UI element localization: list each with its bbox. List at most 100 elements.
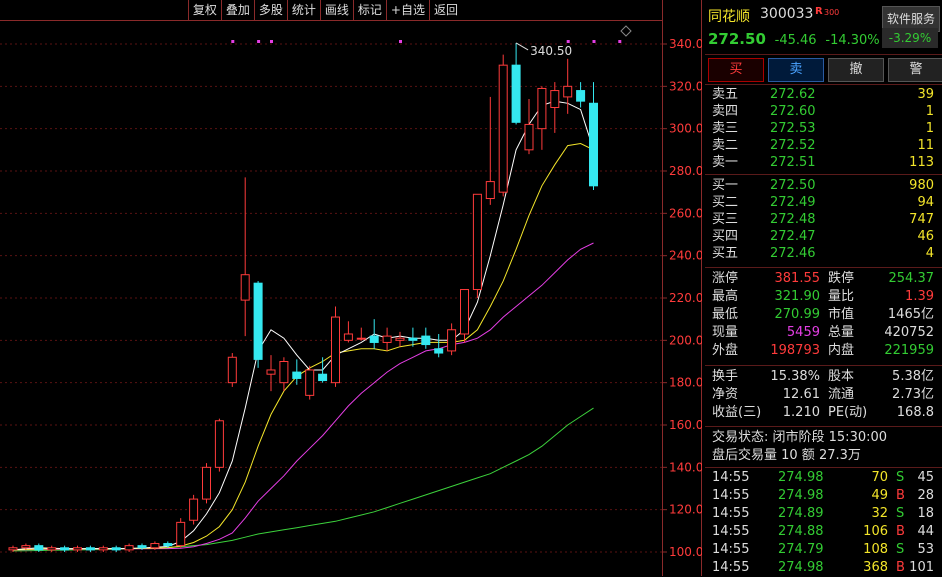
candle-up — [343, 333, 353, 341]
tick-price: 274.98 — [778, 488, 824, 503]
tick-time: 14:55 — [712, 506, 750, 521]
candle-down — [137, 545, 147, 549]
divider — [705, 267, 942, 268]
order-price: 272.46 — [770, 246, 816, 261]
toolbar-restore-rights-button[interactable]: 复权 — [187, 0, 221, 20]
candle-up — [279, 361, 289, 384]
candle-up — [472, 193, 482, 291]
order-book-row: 卖四 272.60 1 — [708, 103, 938, 120]
order-level-label: 买二 — [712, 195, 739, 210]
order-volume: 11 — [917, 138, 934, 153]
tick-row[interactable]: 14:55 274.88 106 B 44 — [708, 523, 938, 541]
candle-up — [485, 181, 495, 200]
stat-value: 321.90 — [774, 289, 821, 304]
tick-time: 14:55 — [712, 470, 750, 485]
order-book-row: 卖一 272.51 113 — [708, 154, 938, 171]
tick-row[interactable]: 14:55 274.89 32 S 18 — [708, 505, 938, 523]
stat-label: 收益(三) — [712, 405, 762, 420]
tick-price: 274.98 — [778, 560, 824, 575]
tick-row[interactable]: 14:55 274.98 49 B 28 — [708, 487, 938, 505]
candle-up — [150, 543, 160, 549]
candle-up — [47, 547, 57, 551]
candle-down — [408, 337, 418, 341]
y-tick-label: 120.0 — [669, 503, 702, 517]
order-price: 272.48 — [770, 212, 816, 227]
tick-side: S — [896, 506, 905, 521]
stat-value: 221959 — [884, 343, 934, 358]
tick-volume: 49 — [871, 488, 888, 503]
order-level-label: 卖五 — [712, 87, 739, 102]
tick-time: 14:55 — [712, 560, 750, 575]
toolbar-draw-line-button[interactable]: 画线 — [319, 0, 353, 20]
tick-count: 101 — [909, 560, 934, 575]
order-level-label: 卖一 — [712, 155, 739, 170]
tick-row[interactable]: 14:55 274.98 368 B 101 — [708, 559, 938, 577]
toolbar-add-watchlist-button[interactable]: +自选 — [385, 0, 429, 20]
event-marker — [618, 40, 622, 43]
tick-time: 14:55 — [712, 488, 750, 503]
toolbar-mark-button[interactable]: 标记 — [352, 0, 386, 20]
y-tick-label: 300.0 — [669, 122, 702, 136]
stat-row: 涨停 381.55 跌停 254.37 — [708, 270, 938, 288]
tick-side: S — [896, 542, 905, 557]
y-tick-label: 100.0 — [669, 545, 702, 559]
quote-stats: 涨停 381.55 跌停 254.37 最高 321.90 量比 1.39 最低 270.99 市值… — [708, 270, 938, 360]
stat-label: 最高 — [712, 289, 739, 304]
tick-list[interactable]: 14:55 274.98 70 S 45 14:55 274.98 49 B 28 14:55 274… — [708, 469, 938, 577]
price-alert-button[interactable]: 警 — [888, 58, 942, 82]
order-book-row: 买三 272.48 747 — [708, 211, 938, 228]
divider — [705, 365, 942, 366]
order-volume: 46 — [917, 229, 934, 244]
y-tick-label: 180.0 — [669, 376, 702, 390]
candle-up — [524, 123, 534, 151]
candle-up — [227, 356, 237, 384]
stock-name: 同花顺 — [708, 9, 750, 25]
divider — [705, 426, 942, 427]
candle-down — [421, 335, 431, 346]
candle-up — [8, 547, 18, 551]
buy-order-book: 买一 272.50 980 买二 272.49 94 买三 272.48 747 买四 272.47… — [708, 177, 938, 262]
y-tick-label: 280.0 — [669, 164, 702, 178]
candle-down — [589, 102, 598, 187]
stat-row: 外盘 198793 内盘 221959 — [708, 342, 938, 360]
candle-up — [447, 329, 457, 352]
y-tick-label: 340.0 — [669, 37, 702, 51]
cancel-order-button[interactable]: 撤 — [828, 58, 884, 82]
kline-chart[interactable]: 340.0 320.0 300.0 280.0 260.0 240.0 220.0 200.0… — [0, 0, 702, 576]
tick-price: 274.88 — [778, 524, 824, 539]
tick-volume: 70 — [871, 470, 888, 485]
order-price: 272.50 — [770, 178, 816, 193]
stock-header: 同花顺 300033 R 300 软件服务 — [705, 4, 942, 32]
stat-value: 5459 — [786, 325, 820, 340]
candle-up — [73, 547, 82, 551]
toolbar-back-button[interactable]: 返回 — [428, 0, 462, 20]
order-price: 272.53 — [770, 121, 816, 136]
order-book-row: 买二 272.49 94 — [708, 194, 938, 211]
toolbar-multi-stock-button[interactable]: 多股 — [253, 0, 287, 20]
tick-volume: 368 — [863, 560, 888, 575]
candle-down — [163, 543, 173, 547]
event-marker — [399, 40, 402, 43]
tick-count: 45 — [917, 470, 934, 485]
candle-down — [318, 373, 328, 382]
tick-row[interactable]: 14:55 274.98 70 S 45 — [708, 469, 938, 487]
stat-value: 1.39 — [905, 289, 934, 304]
tick-row[interactable]: 14:55 274.79 108 S 53 — [708, 541, 938, 559]
stat-label: 股本 — [828, 369, 855, 384]
stat-label: 净资 — [712, 387, 739, 402]
buy-button[interactable]: 买 — [708, 58, 764, 82]
after-hours-line: 盘后交易量 10 额 27.3万 — [712, 448, 861, 463]
candle-up — [537, 87, 547, 130]
order-volume: 747 — [909, 212, 934, 227]
kline-chart-svg[interactable]: 340.0 320.0 300.0 280.0 260.0 240.0 220.0 200.0… — [0, 0, 702, 576]
toolbar-overlay-button[interactable]: 叠加 — [220, 0, 254, 20]
sell-button[interactable]: 卖 — [768, 58, 824, 82]
candle-down — [34, 545, 44, 551]
fundamental-stats: 换手 15.38% 股本 5.38亿 净资 12.61 流通 2.73亿 收益(三) 1.210 P… — [708, 368, 938, 422]
order-level-label: 买五 — [712, 246, 739, 261]
tick-side: B — [896, 560, 905, 575]
toolbar-statistics-button[interactable]: 统计 — [286, 0, 320, 20]
stat-row: 净资 12.61 流通 2.73亿 — [708, 386, 938, 404]
tick-time: 14:55 — [712, 524, 750, 539]
candle-up — [21, 545, 31, 549]
